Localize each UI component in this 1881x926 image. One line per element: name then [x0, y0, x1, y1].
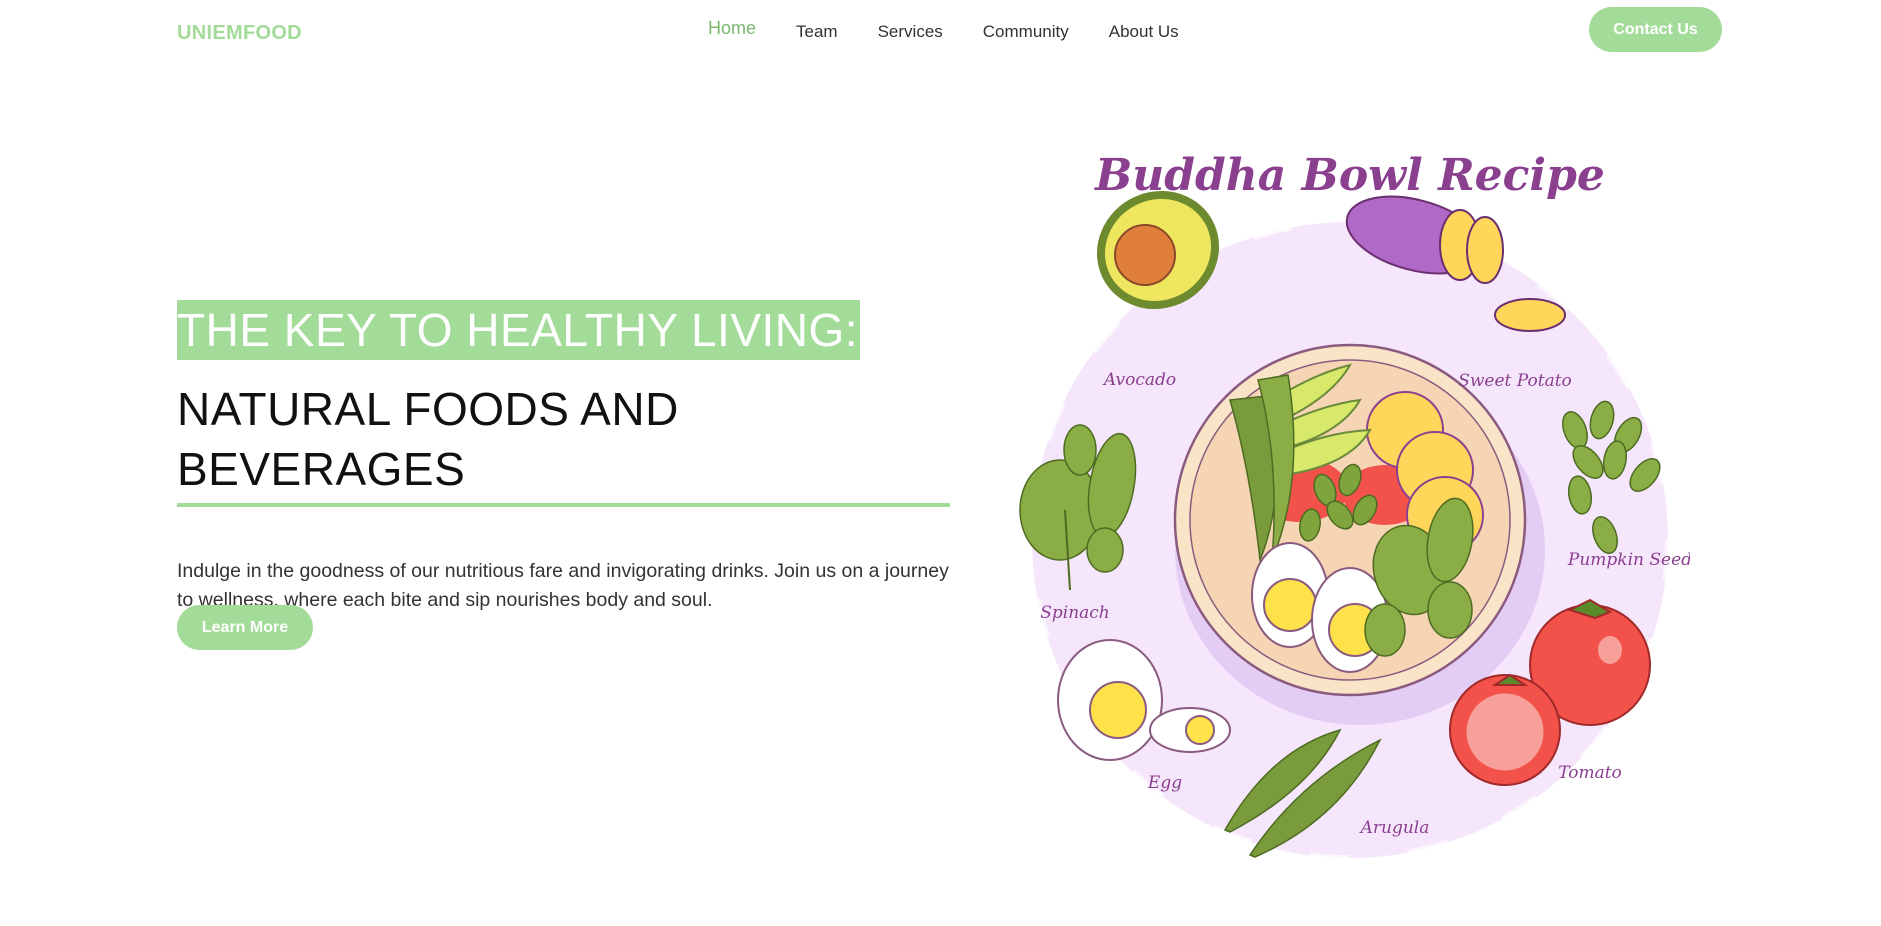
nav-link-about-us[interactable]: About Us — [1109, 18, 1179, 42]
label-egg: Egg — [1147, 773, 1182, 793]
label-tomato: Tomato — [1558, 763, 1622, 783]
label-arugula: Arugula — [1359, 818, 1430, 838]
brand-logo[interactable]: UNIEMFOOD — [177, 22, 302, 45]
label-spinach: Spinach — [1040, 603, 1110, 623]
contact-us-button[interactable]: Contact Us — [1589, 7, 1722, 52]
nav-link-community[interactable]: Community — [983, 18, 1069, 42]
nav-link-home[interactable]: Home — [708, 18, 756, 39]
learn-more-button[interactable]: Learn More — [177, 605, 313, 650]
buddha-bowl-svg: Buddha Bowl Recipe Avocado Sweet Potato … — [1019, 150, 1690, 861]
hero-title-highlight: THE KEY TO HEALTHY LIVING: — [177, 300, 861, 360]
nav-link-services[interactable]: Services — [878, 18, 943, 42]
hero-title-main: NATURAL FOODS AND BEVERAGES — [177, 383, 679, 495]
label-avocado: Avocado — [1102, 370, 1176, 390]
title-underline — [177, 503, 950, 507]
hero-section: THE KEY TO HEALTHY LIVING: NATURAL FOODS… — [177, 300, 957, 650]
top-navbar: UNIEMFOOD Home Team Services Community A… — [0, 0, 1881, 70]
buddha-bowl-illustration: Buddha Bowl Recipe Avocado Sweet Potato … — [1010, 140, 1690, 880]
nav-link-team[interactable]: Team — [796, 18, 838, 42]
label-pumpkin-seed: Pumpkin Seed — [1567, 550, 1690, 570]
label-sweet-potato: Sweet Potato — [1458, 371, 1572, 391]
main-menu: Home Team Services Community About Us — [708, 18, 1219, 42]
